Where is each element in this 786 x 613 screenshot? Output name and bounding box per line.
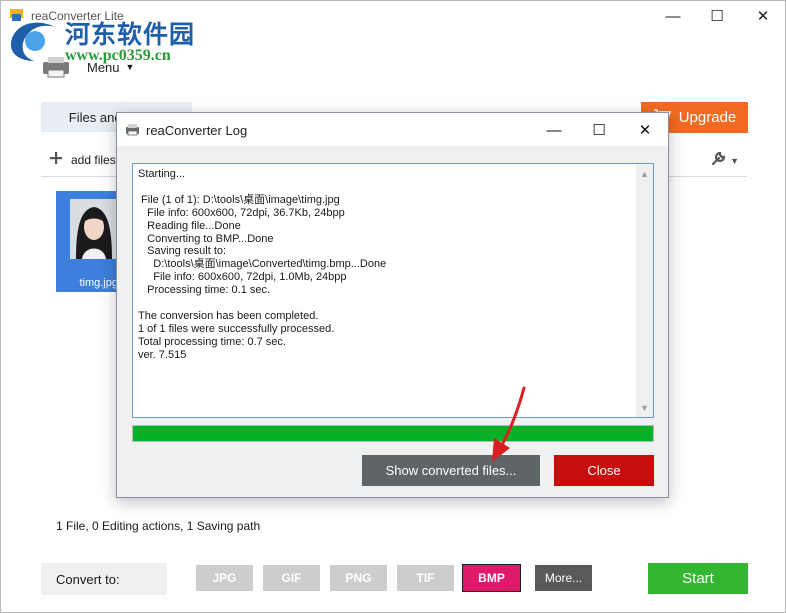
progress-bar [132,425,654,442]
status-summary: 1 File, 0 Editing actions, 1 Saving path [56,519,261,533]
wrench-icon [710,151,726,170]
add-files-button[interactable]: add files [49,151,116,168]
close-icon[interactable]: ✕ [633,119,657,141]
chevron-down-icon: ▼ [730,155,739,166]
settings-button[interactable]: ▼ [710,151,739,170]
log-line: File (1 of 1): D:\tools\桌面\image\timg.jp… [138,193,340,206]
log-line: Total processing time: 0.7 sec. [138,335,286,348]
log-line: Processing time: 0.1 sec. [138,284,271,297]
log-line: File info: 600x600, 72dpi, 36.7Kb, 24bpp [138,206,345,219]
thumbnail-image [70,199,118,259]
format-png-button[interactable]: PNG [330,565,387,591]
thumbnail-name: timg.jpg [79,277,118,289]
file-thumbnail[interactable]: timg.jpg [56,191,122,292]
log-title: reaConverter Log [146,123,248,138]
log-title-bar: reaConverter Log — ☐ ✕ [117,113,668,146]
log-line: 1 of 1 files were successfully processed… [138,322,335,335]
format-tif-button[interactable]: TIF [397,565,454,591]
log-line: ver. 7.515 [138,348,187,361]
menu-label: Menu [87,59,120,75]
chevron-down-icon: ▼ [125,62,135,72]
upgrade-label: Upgrade [678,109,737,126]
reaconverter-app-icon [125,123,140,136]
printer-icon [41,56,71,78]
log-line: Converting to BMP...Done [138,232,274,245]
scroll-up-icon[interactable]: ▲ [636,166,653,182]
log-line: D:\tools\桌面\image\Converted\timg.bmp...D… [138,258,387,271]
more-formats-button[interactable]: More... [535,565,592,591]
progress-fill [133,426,653,441]
format-bmp-button[interactable]: BMP [462,564,521,592]
convert-bar: Convert to: JPG GIF PNG TIF BMP More... … [41,563,748,595]
start-button[interactable]: Start [648,563,748,594]
minimize-icon[interactable]: — [542,119,566,141]
log-textarea[interactable]: Starting... File (1 of 1): D:\tools\桌面\i… [132,163,654,418]
log-line: Starting... [138,168,186,180]
maximize-icon[interactable]: ☐ [587,119,611,141]
close-icon[interactable]: ✕ [751,5,775,27]
show-converted-files-button[interactable]: Show converted files... [362,455,540,486]
convert-to-label: Convert to: [41,563,167,595]
log-dialog: reaConverter Log — ☐ ✕ Starting... File … [116,112,669,498]
plus-icon [49,151,63,168]
format-gif-button[interactable]: GIF [263,565,320,591]
log-line: File info: 600x600, 72dpi, 1.0Mb, 24bpp [138,271,347,284]
log-content: Starting... File (1 of 1): D:\tools\桌面\i… [138,168,633,362]
add-files-label: add files [71,152,116,167]
close-button[interactable]: Close [554,455,654,486]
minimize-icon[interactable]: — [661,5,685,27]
menu-button[interactable]: Menu ▼ [41,54,134,80]
log-line: The conversion has been completed. [138,309,319,322]
log-line: Reading file...Done [138,219,241,232]
log-line: Saving result to: [138,245,227,258]
scroll-down-icon[interactable]: ▼ [636,400,653,416]
watermark-cn: 河东软件园 [65,22,196,49]
maximize-icon[interactable]: ☐ [705,5,729,27]
format-jpg-button[interactable]: JPG [196,565,253,591]
log-scrollbar[interactable]: ▲ ▼ [636,164,653,417]
